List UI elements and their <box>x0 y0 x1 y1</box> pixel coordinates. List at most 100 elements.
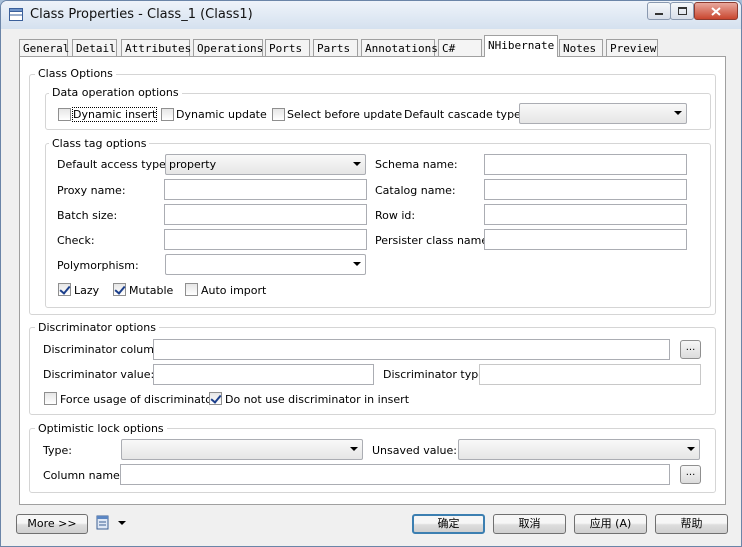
polymorphism-label: Polymorphism: <box>57 259 139 272</box>
chevron-down-icon <box>674 111 682 115</box>
catalog-name-label: Catalog name: <box>375 184 456 197</box>
maximize-icon <box>677 7 687 15</box>
chevron-down-icon <box>350 447 358 451</box>
lazy-checkbox[interactable] <box>58 283 71 296</box>
default-cascade-label: Default cascade type: <box>404 108 525 121</box>
maximize-button[interactable] <box>670 2 694 20</box>
dynamic-update-label: Dynamic update <box>176 108 267 121</box>
lock-column-name-label: Column name: <box>43 469 124 482</box>
apply-button-label: 应用 (A) <box>589 517 632 530</box>
tab-general[interactable]: General <box>19 39 70 56</box>
tab-operations[interactable]: Operations <box>193 39 263 56</box>
ellipsis-icon: ... <box>685 342 696 353</box>
check-input[interactable] <box>164 229 367 250</box>
tab-panel: Class Options Data operation options Dyn… <box>19 56 726 505</box>
auto-import-label: Auto import <box>201 284 267 297</box>
force-usage-checkbox[interactable] <box>44 392 57 405</box>
discriminator-value-input[interactable] <box>153 364 374 385</box>
dynamic-insert-checkbox[interactable] <box>58 108 71 121</box>
discriminator-value-label: Discriminator value: <box>43 368 155 381</box>
schema-name-input[interactable] <box>484 154 687 175</box>
proxy-name-label: Proxy name: <box>57 184 126 197</box>
more-button-label: More >> <box>27 517 77 530</box>
tab-label: C# <box>442 42 456 55</box>
tab-csharp[interactable]: C# <box>438 39 482 56</box>
title-bar[interactable]: Class Properties - Class_1 (Class1) <box>1 1 741 29</box>
unsaved-value-combo[interactable] <box>458 439 700 460</box>
ellipsis-icon: ... <box>685 467 696 478</box>
discriminator-type-input[interactable] <box>479 364 701 385</box>
window-title: Class Properties - Class_1 (Class1) <box>30 7 253 22</box>
cancel-button-label: 取消 <box>518 517 541 530</box>
lock-column-name-input[interactable] <box>120 464 670 485</box>
save-menu-button[interactable] <box>95 515 129 532</box>
chevron-down-icon <box>353 262 361 266</box>
batch-size-input[interactable] <box>164 204 367 225</box>
default-cascade-combo[interactable] <box>519 103 687 124</box>
tab-preview[interactable]: Preview <box>606 39 658 56</box>
default-access-combo[interactable]: property <box>165 154 366 175</box>
check-label: Check: <box>57 234 95 247</box>
mutable-checkbox[interactable] <box>113 283 126 296</box>
chevron-down-icon <box>118 521 126 525</box>
tab-label: Ports <box>269 42 303 55</box>
close-icon <box>711 6 721 16</box>
lazy-label: Lazy <box>74 284 100 297</box>
tab-ports[interactable]: Ports <box>265 39 310 56</box>
cancel-button[interactable]: 取消 <box>493 514 566 534</box>
apply-button[interactable]: 应用 (A) <box>574 514 647 534</box>
default-access-label: Default access type: <box>57 158 170 171</box>
tab-label: Annotations <box>365 42 438 55</box>
tab-notes[interactable]: Notes <box>559 39 603 56</box>
auto-import-checkbox[interactable] <box>185 283 198 296</box>
discriminator-column-input[interactable] <box>153 339 670 360</box>
tab-label: Detail <box>76 42 116 55</box>
catalog-name-input[interactable] <box>484 179 687 200</box>
unsaved-value-label: Unsaved value: <box>372 444 458 457</box>
tab-parts[interactable]: Parts <box>313 39 358 56</box>
discriminator-title: Discriminator options <box>35 321 159 334</box>
tab-nhibernate[interactable]: NHibernate <box>484 35 558 57</box>
tab-label: Operations <box>197 42 264 55</box>
chevron-down-icon <box>687 447 695 451</box>
help-button[interactable]: 帮助 <box>655 514 728 534</box>
lock-column-browse-button[interactable]: ... <box>680 465 701 484</box>
do-not-use-discriminator-label: Do not use discriminator in insert <box>225 393 410 406</box>
discriminator-type-label: Discriminator type: <box>383 368 489 381</box>
dynamic-update-checkbox[interactable] <box>161 108 174 121</box>
default-access-value: property <box>169 158 217 171</box>
data-operation-title: Data operation options <box>49 86 182 99</box>
select-before-update-checkbox[interactable] <box>272 108 285 121</box>
tab-detail[interactable]: Detail <box>72 39 117 56</box>
tab-label: Parts <box>317 42 351 55</box>
dialog-window: Class Properties - Class_1 (Class1) Gene… <box>0 0 742 547</box>
tab-label: NHibernate <box>488 39 555 52</box>
tab-label: Notes <box>563 42 597 55</box>
lock-type-combo[interactable] <box>121 439 363 460</box>
more-button[interactable]: More >> <box>16 514 88 534</box>
class-tag-title: Class tag options <box>49 137 150 150</box>
lock-type-label: Type: <box>43 444 72 457</box>
do-not-use-discriminator-checkbox[interactable] <box>209 392 222 405</box>
close-button[interactable] <box>694 2 738 20</box>
tab-attributes[interactable]: Attributes <box>121 39 192 56</box>
ok-button[interactable]: 确定 <box>412 514 485 534</box>
class-icon <box>9 8 23 21</box>
schema-name-label: Schema name: <box>375 158 458 171</box>
select-before-update-label: Select before update <box>287 108 403 121</box>
ok-button-label: 确定 <box>437 517 460 530</box>
tab-annotations[interactable]: Annotations <box>361 39 438 56</box>
proxy-name-input[interactable] <box>164 179 367 200</box>
polymorphism-combo[interactable] <box>165 254 366 275</box>
minimize-button[interactable] <box>647 2 671 20</box>
chevron-down-icon <box>353 162 361 166</box>
dynamic-insert-label: Dynamic insert <box>71 107 158 122</box>
tab-label: General <box>23 42 70 55</box>
batch-size-label: Batch size: <box>57 209 118 222</box>
tab-label: Attributes <box>125 42 192 55</box>
help-button-label: 帮助 <box>680 517 703 530</box>
row-id-label: Row id: <box>375 209 416 222</box>
persister-class-input[interactable] <box>484 229 687 250</box>
discriminator-column-browse-button[interactable]: ... <box>680 340 701 359</box>
row-id-input[interactable] <box>484 204 687 225</box>
